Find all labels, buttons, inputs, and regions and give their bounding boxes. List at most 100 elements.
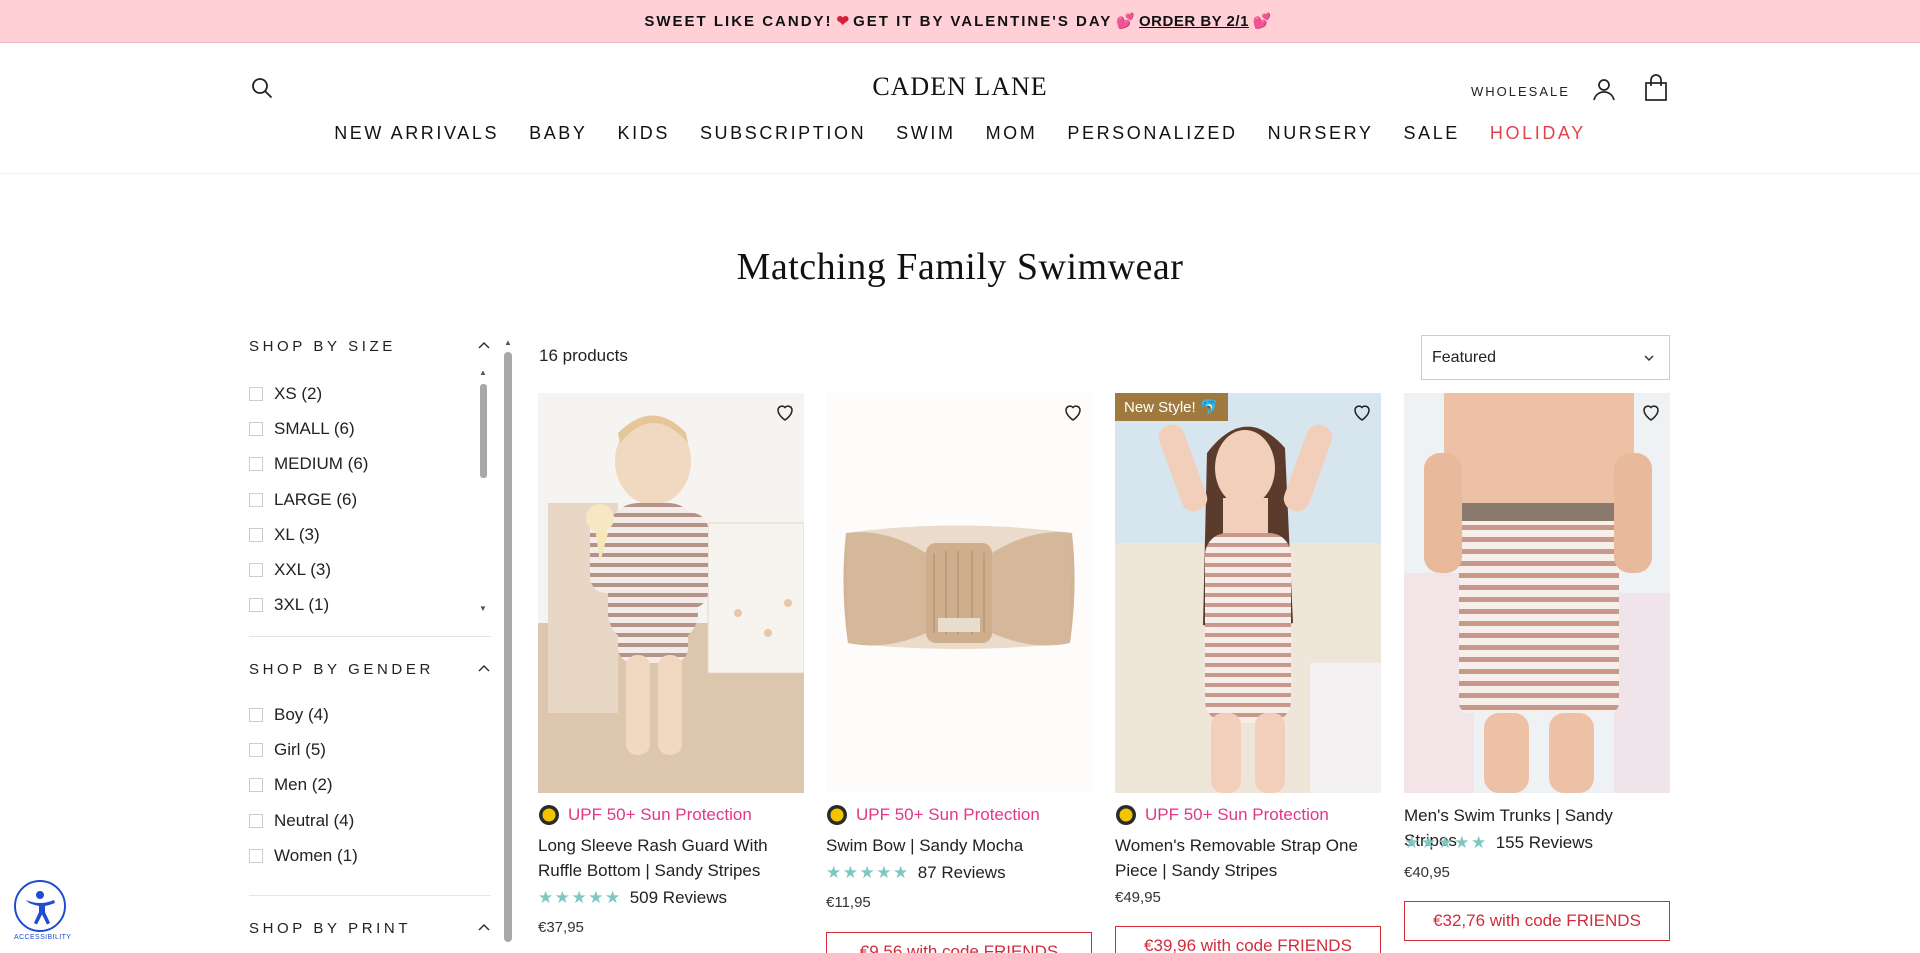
product-name[interactable]: Swim Bow | Sandy Mocha: [826, 833, 1092, 858]
upf-text: UPF 50+ Sun Protection: [856, 805, 1040, 824]
sort-select[interactable]: Featured: [1421, 335, 1670, 380]
chevron-down-icon: [1644, 355, 1654, 362]
heart-outline-icon[interactable]: [1062, 401, 1084, 423]
checkbox[interactable]: [249, 813, 263, 828]
new-style-badge: New Style! 🐬: [1115, 393, 1228, 421]
product-name[interactable]: Women's Removable Strap One Piece | Sand…: [1115, 833, 1381, 883]
product-image[interactable]: [1404, 393, 1670, 793]
accessibility-widget[interactable]: ACCESSIBILITY: [14, 880, 72, 946]
checkbox[interactable]: [249, 492, 263, 507]
nav-personalized[interactable]: PERSONALIZED: [1052, 123, 1252, 144]
nav-sale[interactable]: SALE: [1388, 123, 1474, 144]
promo-code-button[interactable]: €32,76 with code FRIENDS: [1404, 901, 1670, 941]
product-price: €37,95: [538, 919, 584, 936]
nav-new-arrivals[interactable]: NEW ARRIVALS: [319, 123, 514, 144]
facet-print-header[interactable]: SHOP BY PRINT: [249, 918, 491, 938]
size-option[interactable]: XS (2): [249, 376, 491, 411]
size-option[interactable]: 3XL (1): [249, 588, 491, 623]
heart-icon: 💕: [1116, 13, 1135, 30]
nav-swim[interactable]: SWIM: [881, 123, 970, 144]
site-logo[interactable]: CADEN LANE: [872, 72, 1047, 101]
size-option-label: LARGE (6): [274, 489, 358, 509]
gender-option-label: Girl (5): [274, 739, 326, 759]
size-list-scrollbar[interactable]: ▲ ▼: [477, 368, 488, 620]
promo-code-button[interactable]: €39,96 with code FRIENDS: [1115, 926, 1381, 953]
nav-mom[interactable]: MOM: [971, 123, 1053, 144]
checkbox[interactable]: [249, 707, 263, 722]
facet-size-title: SHOP BY SIZE: [249, 337, 396, 355]
product-card[interactable]: Men's Swim Trunks | Sandy Stripes ★★★★★ …: [1404, 393, 1670, 953]
size-option[interactable]: 5/6 (5): [249, 623, 491, 628]
product-image[interactable]: New Style! 🐬: [1115, 393, 1381, 793]
nav-baby[interactable]: BABY: [514, 123, 602, 144]
product-image[interactable]: [538, 393, 804, 793]
size-option[interactable]: XL (3): [249, 517, 491, 552]
divider: [249, 636, 491, 637]
nav-holiday[interactable]: HOLIDAY: [1475, 123, 1601, 144]
nav-subscription[interactable]: SUBSCRIPTION: [685, 123, 881, 144]
size-option-label: MEDIUM (6): [274, 454, 369, 474]
heart-outline-icon[interactable]: [1351, 401, 1373, 423]
heart-outline-icon[interactable]: [1640, 401, 1662, 423]
product-count: 16 products: [539, 346, 628, 365]
site-header: CADEN LANE WHOLESALE NEW ARRIVALS BABY K…: [0, 44, 1920, 174]
search-icon[interactable]: [250, 76, 276, 102]
chevron-up-icon: [478, 924, 490, 932]
promo-code-button[interactable]: €9,56 with code FRIENDS: [826, 932, 1092, 953]
gender-option-label: Men (2): [274, 775, 333, 795]
size-option[interactable]: LARGE (6): [249, 482, 491, 517]
review-count[interactable]: 87 Reviews: [918, 863, 1006, 883]
product-image[interactable]: [826, 393, 1092, 793]
checkbox[interactable]: [249, 457, 263, 472]
star-rating-icon: ★★★★★: [826, 863, 910, 882]
gender-option[interactable]: Men (2): [249, 768, 491, 803]
facet-print-title: SHOP BY PRINT: [249, 919, 412, 937]
product-rating: ★★★★★ 509 Reviews: [538, 888, 727, 908]
heart-outline-icon[interactable]: [774, 401, 796, 423]
accessibility-icon[interactable]: [14, 880, 66, 932]
nav-kids[interactable]: KIDS: [603, 123, 685, 144]
chevron-up-icon: [478, 664, 490, 672]
sun-icon: [827, 805, 847, 825]
accessibility-label: ACCESSIBILITY: [14, 934, 72, 941]
checkbox[interactable]: [249, 527, 263, 542]
size-options: XS (2) SMALL (6) MEDIUM (6) LARGE (6) XL (3)…: [249, 376, 491, 628]
gender-option[interactable]: Women (1): [249, 838, 491, 873]
sidebar-scrollbar[interactable]: ▲: [502, 338, 514, 953]
product-card[interactable]: New Style! 🐬 UPF 50+ Sun Protection Wome…: [1115, 393, 1381, 953]
size-option-label: XS (2): [274, 383, 323, 403]
wholesale-link[interactable]: WHOLESALE: [1471, 84, 1570, 99]
product-name[interactable]: Long Sleeve Rash Guard With Ruffle Botto…: [538, 833, 804, 883]
announcement-link[interactable]: ORDER BY 2/1: [1139, 13, 1249, 30]
gender-option[interactable]: Boy (4): [249, 697, 491, 732]
upf-label: UPF 50+ Sun Protection: [538, 804, 752, 826]
gender-option[interactable]: Girl (5): [249, 732, 491, 767]
product-card[interactable]: UPF 50+ Sun Protection Long Sleeve Rash …: [538, 393, 804, 953]
checkbox[interactable]: [249, 386, 263, 401]
product-card[interactable]: UPF 50+ Sun Protection Swim Bow | Sandy …: [826, 393, 1092, 953]
review-count[interactable]: 155 Reviews: [1496, 833, 1593, 853]
checkbox[interactable]: [249, 778, 263, 793]
size-option[interactable]: MEDIUM (6): [249, 447, 491, 482]
gender-option[interactable]: Neutral (4): [249, 803, 491, 838]
size-option[interactable]: SMALL (6): [249, 411, 491, 446]
facet-size-header[interactable]: SHOP BY SIZE: [249, 336, 491, 356]
checkbox[interactable]: [249, 421, 263, 436]
bag-icon[interactable]: [1643, 74, 1669, 102]
upf-label: UPF 50+ Sun Protection: [1115, 804, 1329, 826]
gender-option-label: Women (1): [274, 845, 358, 865]
heart-icon: ❤: [836, 13, 850, 30]
review-count[interactable]: 509 Reviews: [630, 888, 727, 908]
nav-nursery[interactable]: NURSERY: [1253, 123, 1389, 144]
checkbox[interactable]: [249, 848, 263, 863]
product-price: €49,95: [1115, 889, 1161, 906]
product-price: €40,95: [1404, 864, 1450, 881]
checkbox[interactable]: [249, 563, 263, 578]
checkbox[interactable]: [249, 598, 263, 613]
announcement-text-2: GET IT BY VALENTINE'S DAY: [853, 12, 1113, 30]
facet-gender-header[interactable]: SHOP BY GENDER: [249, 659, 491, 679]
size-option[interactable]: XXL (3): [249, 552, 491, 587]
user-icon[interactable]: [1591, 76, 1617, 102]
checkbox[interactable]: [249, 742, 263, 757]
size-option-label: 3XL (1): [274, 595, 330, 615]
